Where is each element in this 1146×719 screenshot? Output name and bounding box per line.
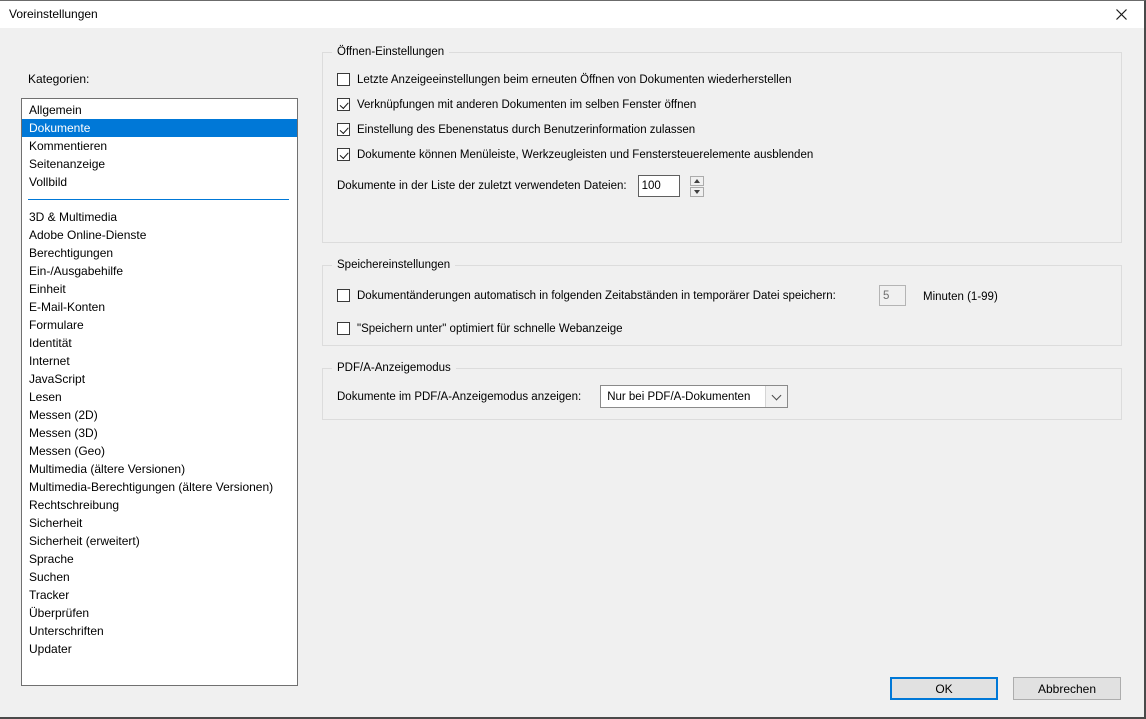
group-open-settings-title: Öffnen-Einstellungen bbox=[332, 45, 450, 59]
arrow-down-icon bbox=[693, 189, 700, 194]
checkbox-autosave[interactable] bbox=[337, 289, 350, 302]
group-pdfa-title: PDF/A-Anzeigemodus bbox=[332, 361, 456, 375]
group-save-settings-title: Speichereinstellungen bbox=[332, 258, 456, 272]
category-item-messen-2d[interactable]: Messen (2D) bbox=[22, 406, 297, 424]
category-item-multimedia-berechtigungen-ältere-versionen[interactable]: Multimedia-Berechtigungen (ältere Versio… bbox=[22, 478, 297, 496]
autosave-unit-label: Minuten (1-99) bbox=[923, 291, 998, 303]
category-item-e-mail-konten[interactable]: E-Mail-Konten bbox=[22, 298, 297, 316]
arrow-up-icon bbox=[693, 178, 700, 183]
checkbox-row: Dokumente können Menüleiste, Werkzeuglei… bbox=[337, 148, 1111, 162]
window-title: Voreinstellungen bbox=[9, 7, 98, 21]
autosave-minutes-input bbox=[879, 285, 906, 306]
checkbox-label: Verknüpfungen mit anderen Dokumenten im … bbox=[357, 99, 697, 111]
spin-up-button[interactable] bbox=[689, 175, 704, 186]
dropdown-button[interactable] bbox=[765, 386, 788, 407]
checkbox-fast-web-view[interactable] bbox=[337, 322, 350, 335]
autosave-row: Dokumentänderungen automatisch in folgen… bbox=[337, 285, 1111, 306]
category-item-3d-multimedia[interactable]: 3D & Multimedia bbox=[22, 208, 297, 226]
category-item-allgemein[interactable]: Allgemein bbox=[22, 101, 297, 119]
recent-files-row: Dokumente in der Liste der zuletzt verwe… bbox=[337, 175, 1111, 197]
category-item-lesen[interactable]: Lesen bbox=[22, 388, 297, 406]
category-item-adobe-online-dienste[interactable]: Adobe Online-Dienste bbox=[22, 226, 297, 244]
checkbox-row: Einstellung des Ebenenstatus durch Benut… bbox=[337, 123, 1111, 137]
recent-files-label: Dokumente in der Liste der zuletzt verwe… bbox=[337, 180, 627, 192]
category-item-ein-ausgabehilfe[interactable]: Ein-/Ausgabehilfe bbox=[22, 262, 297, 280]
category-list-secondary: 3D & Multimedia Adobe Online-Dienste Berec… bbox=[22, 208, 297, 658]
checkbox-label: "Speichern unter" optimiert für schnelle… bbox=[357, 323, 623, 335]
dialog-body: Kategorien: Allgemein Dokumente Kommentier… bbox=[0, 28, 1144, 717]
category-item-sicherheit-erweitert[interactable]: Sicherheit (erweitert) bbox=[22, 532, 297, 550]
titlebar[interactable]: Voreinstellungen bbox=[0, 1, 1144, 28]
autosave-label: Dokumentänderungen automatisch in folgen… bbox=[357, 290, 836, 302]
cancel-button[interactable]: Abbrechen bbox=[1013, 677, 1121, 700]
category-item-javascript[interactable]: JavaScript bbox=[22, 370, 297, 388]
category-item-tracker[interactable]: Tracker bbox=[22, 586, 297, 604]
category-item-berechtigungen[interactable]: Berechtigungen bbox=[22, 244, 297, 262]
category-item-rechtschreibung[interactable]: Rechtschreibung bbox=[22, 496, 297, 514]
checkbox-row: Verknüpfungen mit anderen Dokumenten im … bbox=[337, 98, 1111, 112]
category-separator bbox=[22, 191, 297, 208]
category-item-suchen[interactable]: Suchen bbox=[22, 568, 297, 586]
ok-button[interactable]: OK bbox=[890, 677, 998, 700]
category-item-multimedia-ältere-versionen[interactable]: Multimedia (ältere Versionen) bbox=[22, 460, 297, 478]
category-item-dokumente[interactable]: Dokumente bbox=[22, 119, 297, 137]
category-list-primary: Allgemein Dokumente Kommentieren Seitenanze… bbox=[22, 101, 297, 191]
checkbox-layer-state[interactable] bbox=[337, 123, 350, 136]
group-save-settings: Speichereinstellungen Dokumentänderungen… bbox=[322, 258, 1122, 346]
pdfa-mode-selected-value: Nur bei PDF/A-Dokumenten bbox=[607, 390, 751, 403]
category-item-identität[interactable]: Identität bbox=[22, 334, 297, 352]
checkbox-row: "Speichern unter" optimiert für schnelle… bbox=[337, 322, 1111, 336]
categories-label: Kategorien: bbox=[28, 72, 90, 86]
spin-down-button[interactable] bbox=[689, 186, 704, 197]
checkbox-open-links-same-window[interactable] bbox=[337, 98, 350, 111]
category-item-updater[interactable]: Updater bbox=[22, 640, 297, 658]
category-item-kommentieren[interactable]: Kommentieren bbox=[22, 137, 297, 155]
category-item-messen-geo[interactable]: Messen (Geo) bbox=[22, 442, 297, 460]
close-button[interactable] bbox=[1099, 1, 1144, 28]
checkbox-label: Letzte Anzeigeeinstellungen beim erneute… bbox=[357, 74, 792, 86]
category-item-seitenanzeige[interactable]: Seitenanzeige bbox=[22, 155, 297, 173]
recent-files-input[interactable] bbox=[637, 175, 680, 197]
group-open-settings: Öffnen-Einstellungen Letzte Anzeigeeinst… bbox=[322, 45, 1122, 243]
checkbox-label: Dokumente können Menüleiste, Werkzeuglei… bbox=[357, 149, 814, 161]
category-item-messen-3d[interactable]: Messen (3D) bbox=[22, 424, 297, 442]
chevron-down-icon bbox=[771, 390, 782, 400]
recent-files-stepper bbox=[689, 175, 704, 197]
category-item-internet[interactable]: Internet bbox=[22, 352, 297, 370]
categories-listbox[interactable]: Allgemein Dokumente Kommentieren Seitenanze… bbox=[21, 98, 298, 686]
group-pdfa-mode: PDF/A-Anzeigemodus Dokumente im PDF/A-An… bbox=[322, 361, 1122, 420]
category-item-sprache[interactable]: Sprache bbox=[22, 550, 297, 568]
category-item-formulare[interactable]: Formulare bbox=[22, 316, 297, 334]
category-item-einheit[interactable]: Einheit bbox=[22, 280, 297, 298]
category-item-überprüfen[interactable]: Überprüfen bbox=[22, 604, 297, 622]
checkbox-hide-ui-elements[interactable] bbox=[337, 148, 350, 161]
checkbox-row: Letzte Anzeigeeinstellungen beim erneute… bbox=[337, 73, 1111, 87]
pdfa-row: Dokumente im PDF/A-Anzeigemodus anzeigen… bbox=[337, 385, 1111, 408]
close-icon bbox=[1116, 9, 1127, 20]
pdfa-label: Dokumente im PDF/A-Anzeigemodus anzeigen… bbox=[337, 390, 582, 403]
checkbox-restore-last-view[interactable] bbox=[337, 73, 350, 86]
pdfa-mode-dropdown[interactable]: Nur bei PDF/A-Dokumenten bbox=[600, 385, 789, 408]
preferences-dialog: Voreinstellungen Kategorien: Allgemein Do… bbox=[0, 0, 1146, 719]
checkbox-label: Einstellung des Ebenenstatus durch Benut… bbox=[357, 124, 696, 136]
category-item-vollbild[interactable]: Vollbild bbox=[22, 173, 297, 191]
category-item-sicherheit[interactable]: Sicherheit bbox=[22, 514, 297, 532]
category-item-unterschriften[interactable]: Unterschriften bbox=[22, 622, 297, 640]
